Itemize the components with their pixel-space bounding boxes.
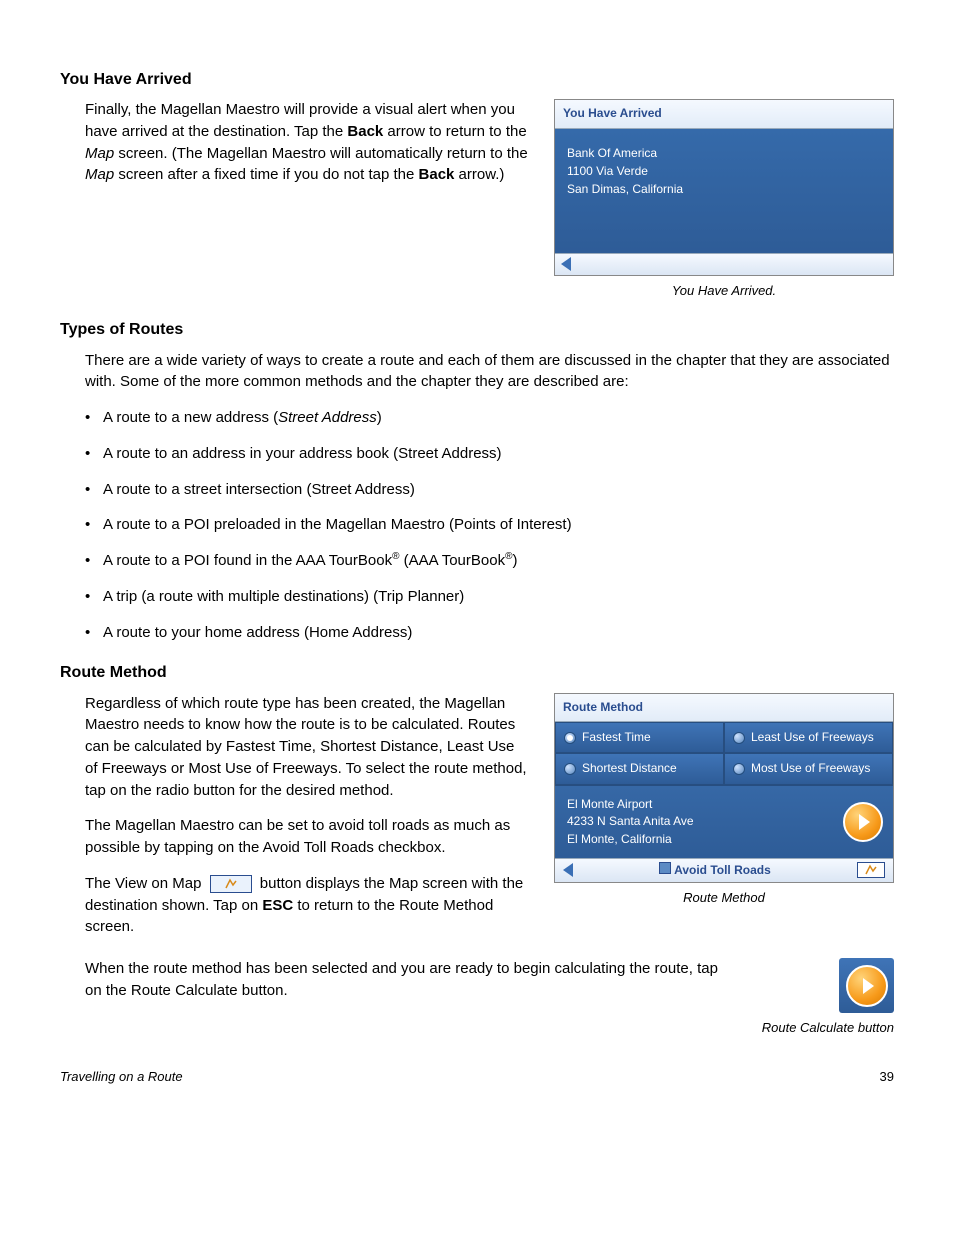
types-list: A route to a new address (Street Address… [85, 407, 894, 643]
arrived-text: Finally, the Magellan Maestro will provi… [85, 99, 529, 200]
route-calculate-button[interactable] [846, 965, 888, 1007]
view-on-map-icon[interactable] [857, 862, 885, 878]
radio-icon [564, 732, 576, 744]
arrived-panel-footer [555, 253, 893, 275]
radio-icon [733, 732, 745, 744]
figure-arrived: You Have Arrived Bank Of America 1100 Vi… [554, 99, 894, 300]
rm-options-grid: Fastest Time Least Use of Freeways Short… [555, 722, 893, 785]
page-footer: Travelling on a Route 39 [60, 1068, 894, 1087]
view-on-map-para: The View on Map button displays the Map … [85, 873, 529, 938]
list-item: A route to a POI preloaded in the Magell… [85, 514, 894, 536]
arrived-panel-title: You Have Arrived [555, 100, 893, 128]
section-you-have-arrived: You Have Arrived Finally, the Magellan M… [60, 68, 894, 300]
list-item: A route to a new address (Street Address… [85, 407, 894, 429]
list-item: A route to a street intersection (Street… [85, 479, 894, 501]
rm-destination: El Monte Airport 4233 N Santa Anita Ave … [555, 785, 893, 858]
rm-option-shortest[interactable]: Shortest Distance [555, 753, 724, 784]
arrived-device-panel: You Have Arrived Bank Of America 1100 Vi… [554, 99, 894, 275]
section-types: Types of Routes There are a wide variety… [60, 318, 894, 643]
arrived-caption: You Have Arrived. [554, 282, 894, 301]
types-intro: There are a wide variety of ways to crea… [85, 350, 894, 394]
back-arrow-icon[interactable] [563, 863, 573, 877]
method-para4: When the route method has been selected … [85, 958, 719, 1002]
figure-calc-button: Route Calculate button [744, 958, 894, 1038]
heading-arrived: You Have Arrived [60, 68, 894, 91]
calc-button-block [839, 958, 894, 1013]
back-arrow-icon[interactable] [561, 257, 571, 271]
method-text: Regardless of which route type has been … [85, 693, 529, 953]
figure-route-method: Route Method Fastest Time Least Use of F… [554, 693, 894, 908]
rm-caption: Route Method [554, 889, 894, 908]
route-calculate-button[interactable] [843, 802, 883, 842]
list-item: A route to an address in your address bo… [85, 443, 894, 465]
avoid-toll-checkbox[interactable]: Avoid Toll Roads [583, 862, 847, 879]
rm-footer: Avoid Toll Roads [555, 858, 893, 882]
section-route-method: Route Method Regardless of which route t… [60, 661, 894, 1038]
rm-option-least-freeways[interactable]: Least Use of Freeways [724, 722, 893, 753]
heading-route-method: Route Method [60, 661, 894, 684]
heading-types: Types of Routes [60, 318, 894, 341]
list-item: A route to a POI found in the AAA TourBo… [85, 550, 894, 572]
rm-option-fastest[interactable]: Fastest Time [555, 722, 724, 753]
page-number: 39 [880, 1068, 894, 1087]
calc-caption: Route Calculate button [744, 1019, 894, 1038]
checkbox-icon [659, 862, 671, 874]
radio-icon [564, 763, 576, 775]
radio-icon [733, 763, 745, 775]
footer-title: Travelling on a Route [60, 1068, 183, 1087]
route-method-panel: Route Method Fastest Time Least Use of F… [554, 693, 894, 883]
rm-option-most-freeways[interactable]: Most Use of Freeways [724, 753, 893, 784]
list-item: A trip (a route with multiple destinatio… [85, 586, 894, 608]
arrived-panel-body: Bank Of America 1100 Via Verde San Dimas… [555, 129, 893, 253]
view-on-map-icon[interactable] [210, 875, 252, 893]
list-item: A route to your home address (Home Addre… [85, 622, 894, 644]
rm-panel-title: Route Method [555, 694, 893, 722]
